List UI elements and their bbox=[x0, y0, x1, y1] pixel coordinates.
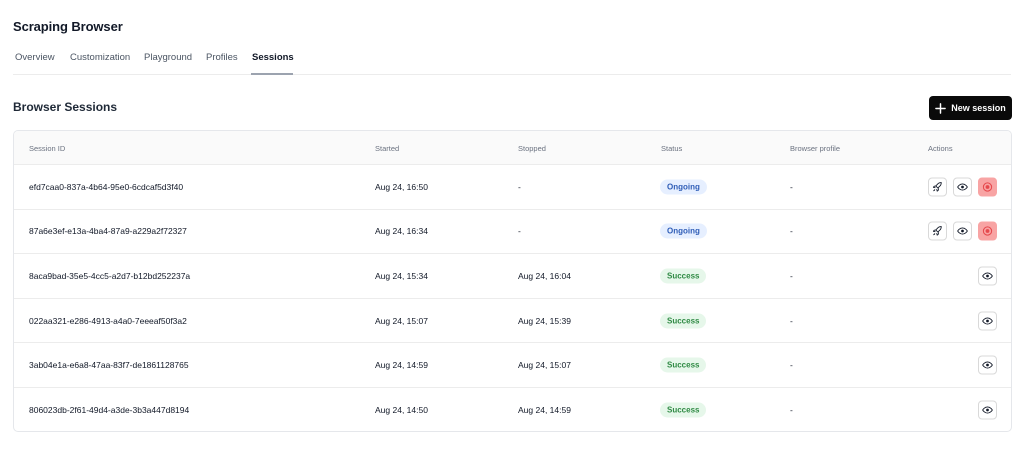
stopped-time: - bbox=[518, 181, 521, 192]
view-button[interactable] bbox=[978, 311, 997, 331]
status-badge: Success bbox=[660, 402, 707, 418]
status-badge: Success bbox=[660, 313, 707, 329]
rocket-icon bbox=[932, 226, 942, 236]
tab-playground[interactable]: Playground bbox=[144, 52, 192, 63]
rocket-icon bbox=[932, 181, 942, 192]
session-id: 022aa321-e286-4913-a4a0-7eeeaf50f3a2 bbox=[29, 315, 187, 326]
stopped-time: Aug 24, 15:07 bbox=[518, 360, 571, 371]
new-session-label: New session bbox=[951, 103, 1006, 113]
view-button[interactable] bbox=[978, 355, 997, 375]
session-id: 3ab04e1a-e6a8-47aa-83f7-de1861128765 bbox=[29, 360, 189, 371]
eye-icon bbox=[982, 272, 993, 280]
launch-button[interactable] bbox=[928, 177, 947, 197]
stopped-time: Aug 24, 14:59 bbox=[518, 405, 571, 416]
started-time: Aug 24, 15:07 bbox=[375, 315, 428, 326]
table-row[interactable]: efd7caa0-837a-4b64-95e0-6cdcaf5d3f40 Aug… bbox=[14, 165, 1011, 210]
started-time: Aug 24, 15:34 bbox=[375, 270, 428, 281]
table-row[interactable]: 806023db-2f61-49d4-a3de-3b3a447d8194 Aug… bbox=[14, 388, 1011, 431]
table-row[interactable]: 3ab04e1a-e6a8-47aa-83f7-de1861128765 Aug… bbox=[14, 343, 1011, 388]
header-browser-profile: Browser profile bbox=[790, 144, 841, 153]
tab-overview[interactable]: Overview bbox=[15, 52, 55, 63]
active-tab-indicator bbox=[251, 73, 293, 75]
table-header: Session ID Started Stopped Status Browse… bbox=[14, 131, 1011, 165]
browser-profile: - bbox=[790, 226, 793, 237]
header-actions: Actions bbox=[928, 144, 953, 153]
eye-icon bbox=[957, 227, 968, 235]
header-session-id: Session ID bbox=[29, 144, 66, 153]
tab-customization[interactable]: Customization bbox=[70, 52, 130, 63]
browser-profile: - bbox=[790, 315, 793, 326]
view-button[interactable] bbox=[978, 400, 997, 420]
plus-icon bbox=[935, 102, 947, 114]
launch-button[interactable] bbox=[928, 221, 947, 241]
stop-record-icon bbox=[982, 226, 993, 237]
table-row[interactable]: 87a6e3ef-e13a-4ba4-87a9-a229a2f72327 Aug… bbox=[14, 210, 1011, 255]
status-badge: Success bbox=[660, 357, 707, 373]
stop-session-button[interactable] bbox=[978, 221, 997, 241]
browser-profile: - bbox=[790, 405, 793, 416]
table-row[interactable]: 8aca9bad-35e5-4cc5-a2d7-b12bd252237a Aug… bbox=[14, 254, 1011, 299]
header-status: Status bbox=[661, 144, 683, 153]
eye-icon bbox=[982, 406, 993, 414]
started-time: Aug 24, 16:34 bbox=[375, 226, 428, 237]
session-id: 806023db-2f61-49d4-a3de-3b3a447d8194 bbox=[29, 405, 190, 416]
status-badge: Ongoing bbox=[660, 179, 707, 195]
view-button[interactable] bbox=[978, 266, 997, 286]
tab-sessions[interactable]: Sessions bbox=[252, 52, 294, 63]
session-id: 87a6e3ef-e13a-4ba4-87a9-a229a2f72327 bbox=[29, 226, 187, 237]
session-id: 8aca9bad-35e5-4cc5-a2d7-b12bd252237a bbox=[29, 270, 191, 281]
new-session-button[interactable]: New session bbox=[929, 96, 1012, 120]
browser-profile: - bbox=[790, 270, 793, 281]
table-row[interactable]: 022aa321-e286-4913-a4a0-7eeeaf50f3a2 Aug… bbox=[14, 299, 1011, 344]
eye-icon bbox=[982, 361, 993, 369]
session-id: efd7caa0-837a-4b64-95e0-6cdcaf5d3f40 bbox=[29, 181, 184, 192]
stopped-time: - bbox=[518, 226, 521, 237]
stop-session-button[interactable] bbox=[978, 177, 997, 197]
app-title: Scraping Browser bbox=[13, 19, 123, 34]
view-button[interactable] bbox=[953, 221, 972, 241]
browser-profile: - bbox=[790, 181, 793, 192]
browser-profile: - bbox=[790, 360, 793, 371]
header-started: Started bbox=[375, 144, 400, 153]
eye-icon bbox=[982, 317, 993, 325]
started-time: Aug 24, 14:50 bbox=[375, 405, 428, 416]
started-time: Aug 24, 16:50 bbox=[375, 181, 428, 192]
stopped-time: Aug 24, 16:04 bbox=[518, 270, 571, 281]
started-time: Aug 24, 14:59 bbox=[375, 360, 428, 371]
view-button[interactable] bbox=[953, 177, 972, 197]
sessions-table: Session ID Started Stopped Status Browse… bbox=[13, 130, 1012, 432]
header-stopped: Stopped bbox=[518, 144, 546, 153]
status-badge: Ongoing bbox=[660, 223, 707, 239]
section-title: Browser Sessions bbox=[13, 100, 118, 114]
stop-record-icon bbox=[982, 182, 993, 192]
tab-profiles[interactable]: Profiles bbox=[206, 52, 238, 63]
tab-bar: Overview Customization Playground Profil… bbox=[13, 44, 1011, 75]
stopped-time: Aug 24, 15:39 bbox=[518, 315, 571, 326]
status-badge: Success bbox=[660, 268, 707, 284]
eye-icon bbox=[957, 183, 968, 191]
